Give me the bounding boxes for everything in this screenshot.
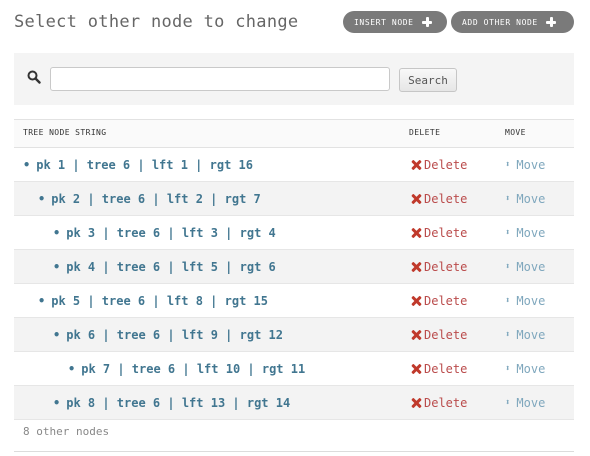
delete-link[interactable]: Delete xyxy=(411,260,467,274)
delete-link[interactable]: Delete xyxy=(411,396,467,410)
table-row: • pk 6 | tree 6 | lft 9 | rgt 12 Delete ⬍… xyxy=(14,318,574,352)
table-row: • pk 2 | tree 6 | lft 2 | rgt 7 Delete ⬍ M… xyxy=(14,182,574,216)
search-icon xyxy=(27,70,41,84)
updown-arrows-icon: ⬍ xyxy=(505,194,511,204)
plus-icon xyxy=(420,15,434,29)
move-link[interactable]: ⬍ Move xyxy=(505,158,545,172)
result-count: 8 other nodes xyxy=(14,418,574,452)
delete-link[interactable]: Delete xyxy=(411,158,467,172)
result-count-text: 8 other nodes xyxy=(23,425,110,438)
updown-arrows-icon: ⬍ xyxy=(505,160,511,170)
delete-link[interactable]: Delete xyxy=(411,328,467,342)
search-input[interactable] xyxy=(50,67,390,91)
cross-icon xyxy=(411,262,421,272)
cross-icon xyxy=(411,398,421,408)
table-header: TREE NODE STRING DELETE MOVE xyxy=(14,119,574,148)
cross-icon xyxy=(411,228,421,238)
table-row: • pk 7 | tree 6 | lft 10 | rgt 11 Delete … xyxy=(14,352,574,386)
cross-icon xyxy=(411,194,421,204)
move-link[interactable]: ⬍ Move xyxy=(505,192,545,206)
move-link[interactable]: ⬍ Move xyxy=(505,226,545,240)
column-header-delete: DELETE xyxy=(409,128,441,137)
column-header-tree-node-string[interactable]: TREE NODE STRING xyxy=(23,128,106,137)
table-row: • pk 5 | tree 6 | lft 8 | rgt 15 Delete ⬍… xyxy=(14,284,574,318)
delete-link[interactable]: Delete xyxy=(411,362,467,376)
updown-arrows-icon: ⬍ xyxy=(505,262,511,272)
node-link[interactable]: • pk 5 | tree 6 | lft 8 | rgt 15 xyxy=(38,294,268,308)
delete-link[interactable]: Delete xyxy=(411,294,467,308)
add-other-node-button[interactable]: ADD OTHER NODE xyxy=(451,11,574,33)
node-link[interactable]: • pk 1 | tree 6 | lft 1 | rgt 16 xyxy=(23,158,253,172)
plus-icon xyxy=(544,15,558,29)
page-header: Select other node to change INSERT NODE … xyxy=(0,0,590,46)
updown-arrows-icon: ⬍ xyxy=(505,364,511,374)
updown-arrows-icon: ⬍ xyxy=(505,330,511,340)
search-button[interactable]: Search xyxy=(399,68,457,92)
column-header-move: MOVE xyxy=(505,128,526,137)
node-link[interactable]: • pk 6 | tree 6 | lft 9 | rgt 12 xyxy=(53,328,283,342)
updown-arrows-icon: ⬍ xyxy=(505,296,511,306)
updown-arrows-icon: ⬍ xyxy=(505,398,511,408)
table-row: • pk 3 | tree 6 | lft 3 | rgt 4 Delete ⬍ M… xyxy=(14,216,574,250)
delete-link[interactable]: Delete xyxy=(411,226,467,240)
node-link[interactable]: • pk 7 | tree 6 | lft 10 | rgt 11 xyxy=(68,362,305,376)
move-link[interactable]: ⬍ Move xyxy=(505,396,545,410)
node-link[interactable]: • pk 8 | tree 6 | lft 13 | rgt 14 xyxy=(53,396,290,410)
node-link[interactable]: • pk 2 | tree 6 | lft 2 | rgt 7 xyxy=(38,192,261,206)
move-link[interactable]: ⬍ Move xyxy=(505,362,545,376)
add-other-node-label: ADD OTHER NODE xyxy=(462,17,538,27)
node-link[interactable]: • pk 3 | tree 6 | lft 3 | rgt 4 xyxy=(53,226,276,240)
insert-node-label: INSERT NODE xyxy=(354,17,414,27)
cross-icon xyxy=(411,160,421,170)
delete-link[interactable]: Delete xyxy=(411,192,467,206)
node-link[interactable]: • pk 4 | tree 6 | lft 5 | rgt 6 xyxy=(53,260,276,274)
table-row: • pk 4 | tree 6 | lft 5 | rgt 6 Delete ⬍ M… xyxy=(14,250,574,284)
move-link[interactable]: ⬍ Move xyxy=(505,294,545,308)
cross-icon xyxy=(411,330,421,340)
move-link[interactable]: ⬍ Move xyxy=(505,328,545,342)
search-bar: Search xyxy=(14,53,574,105)
cross-icon xyxy=(411,364,421,374)
move-link[interactable]: ⬍ Move xyxy=(505,260,545,274)
page-title: Select other node to change xyxy=(14,12,299,32)
table-row: • pk 8 | tree 6 | lft 13 | rgt 14 Delete … xyxy=(14,386,574,420)
insert-node-button[interactable]: INSERT NODE xyxy=(343,11,447,33)
table-row: • pk 1 | tree 6 | lft 1 | rgt 16 Delete ⬍… xyxy=(14,148,574,182)
cross-icon xyxy=(411,296,421,306)
updown-arrows-icon: ⬍ xyxy=(505,228,511,238)
node-table: TREE NODE STRING DELETE MOVE • pk 1 | tre… xyxy=(14,119,574,420)
